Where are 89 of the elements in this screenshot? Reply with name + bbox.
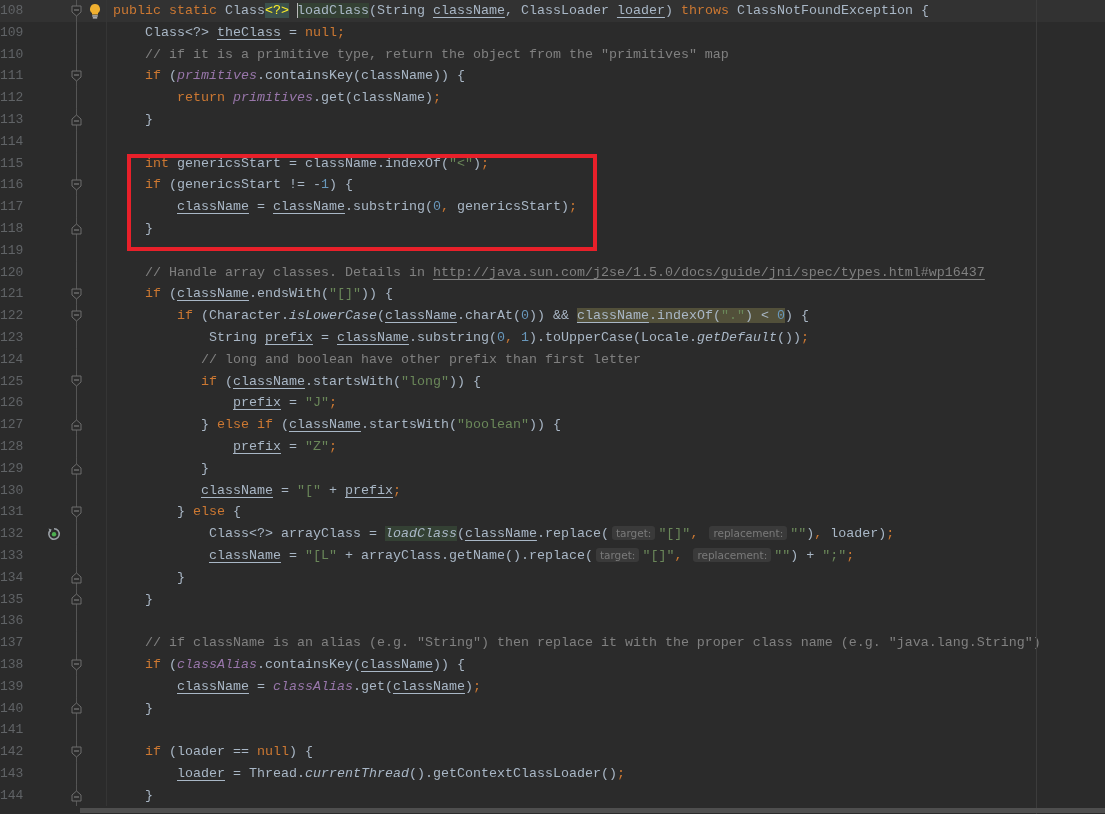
line-number: 139 — [0, 677, 25, 696]
line-number: 134 — [0, 568, 25, 587]
code-line: } — [144, 591, 153, 607]
line-number: 142 — [0, 743, 25, 762]
line-number: 122 — [0, 307, 25, 326]
fold-icon[interactable] — [70, 375, 82, 388]
code-line: public static Class<?> loadClass(String className, ClassLoader loader) throws ClassNotFoundException { — [113, 3, 929, 18]
line-number: 112 — [0, 89, 25, 108]
fold-icon[interactable] — [70, 222, 82, 235]
fold-icon[interactable] — [70, 746, 82, 758]
line-number: 110 — [0, 45, 25, 64]
line-number: 138 — [0, 655, 25, 674]
code-line: } — [176, 569, 185, 585]
fold-icon[interactable] — [70, 113, 82, 126]
lightbulb-icon[interactable] — [89, 2, 101, 19]
line-number: 144 — [0, 786, 25, 805]
code-line: className = "[" + prefix; — [200, 482, 401, 498]
line-number: 124 — [0, 350, 25, 369]
code-line: return primitives.get(className); — [176, 90, 441, 106]
line-number: 117 — [0, 198, 25, 217]
line-number: 129 — [0, 459, 25, 478]
code-line: loader = Thread.currentThread().getContextClassLoader(); — [176, 765, 625, 781]
code-line: if (loader == null) { — [144, 744, 313, 760]
code-line: } — [144, 220, 153, 236]
fold-icon[interactable] — [70, 462, 82, 475]
fold-icon[interactable] — [70, 288, 82, 301]
code-line: } — [144, 112, 153, 127]
code-line: if (className.startsWith("long")) { — [200, 373, 481, 389]
code-line: } — [144, 787, 153, 803]
code-line: if (genericsStart != -1) { — [144, 177, 353, 193]
line-number: 130 — [0, 481, 25, 500]
fold-icon[interactable] — [70, 179, 82, 192]
fold-icon[interactable] — [70, 419, 82, 432]
code-line: } — [200, 460, 209, 476]
code-line: if (className.endsWith("[]")) { — [144, 286, 393, 302]
line-number: 137 — [0, 634, 25, 653]
line-number: 118 — [0, 219, 25, 238]
line-number: 116 — [0, 176, 25, 195]
line-number: 143 — [0, 764, 25, 783]
fold-icon[interactable] — [70, 789, 82, 802]
code-line: // long and boolean have other prefix than first letter — [200, 351, 641, 367]
line-number: 127 — [0, 416, 25, 435]
code-line: if (classAlias.containsKey(className)) { — [144, 656, 465, 672]
fold-icon[interactable] — [70, 310, 82, 323]
code-line: if (Character.isLowerCase(className.charAt(0)) && className.indexOf(".") < 0) { — [176, 308, 809, 324]
line-number: 114 — [0, 132, 25, 151]
code-line: className = className.substring(0, genericsStart); — [176, 199, 577, 215]
code-line: String prefix = className.substring(0, 1).toUpperCase(Locale.getDefault()); — [208, 329, 809, 345]
line-number: 113 — [0, 111, 25, 129]
line-number: 140 — [0, 699, 25, 718]
code-line: if (primitives.containsKey(className)) { — [144, 68, 465, 84]
code-line: // if it is a primitive type, return the object from the "primitives" map — [144, 46, 729, 62]
fold-icon[interactable] — [70, 571, 82, 584]
code-line: } else { — [176, 504, 241, 520]
line-number: 133 — [0, 546, 25, 565]
fold-icon[interactable] — [70, 70, 82, 83]
code-line: } — [144, 700, 153, 716]
code-line: prefix = "J"; — [232, 395, 337, 411]
fold-icon[interactable] — [70, 4, 82, 17]
line-number: 121 — [0, 285, 25, 304]
fold-icon[interactable] — [70, 702, 82, 715]
horizontal-scrollbar[interactable] — [80, 808, 1105, 813]
line-number: 131 — [0, 503, 25, 522]
fold-icon[interactable] — [70, 506, 82, 519]
code-line: // if className is an alias (e.g. "String") then replace it with the proper class name (e.g. "java.lang.String") — [144, 635, 1041, 651]
line-number: 126 — [0, 394, 25, 413]
code-line: Class<?> theClass = null; — [144, 24, 345, 40]
code-line: } else if (className.startsWith("boolean")) { — [200, 417, 561, 433]
code-line: prefix = "Z"; — [232, 438, 337, 454]
line-number: 109 — [0, 23, 25, 42]
line-number: 123 — [0, 328, 25, 347]
line-number: 111 — [0, 67, 25, 86]
line-number: 136 — [0, 612, 25, 631]
line-number: 132 — [0, 525, 25, 544]
line-number: 135 — [0, 590, 25, 609]
code-line: Class<?> arrayClass = loadClass(className.replace( target: "[]", replacement: ""), loader); — [208, 526, 895, 542]
line-number: 125 — [0, 372, 25, 391]
line-number: 119 — [0, 241, 25, 260]
line-number: 115 — [0, 154, 25, 173]
fold-icon[interactable] — [70, 593, 82, 606]
fold-icon[interactable] — [70, 658, 82, 671]
recursion-icon[interactable] — [46, 526, 62, 542]
code-line: className = "[L" + arrayClass.getName().replace( target: "[]", replacement: "") + ";"; — [208, 547, 855, 563]
code-line: className = classAlias.get(className); — [176, 678, 481, 694]
line-number: 120 — [0, 263, 25, 282]
code-line: int genericsStart = className.indexOf("<"); — [144, 155, 489, 171]
line-number: 128 — [0, 437, 25, 456]
line-number: 141 — [0, 721, 25, 740]
code-line: // Handle array classes. Details in http://java.sun.com/j2se/1.5.0/docs/guide/jni/spec/types.html#wp16437 — [144, 264, 985, 280]
